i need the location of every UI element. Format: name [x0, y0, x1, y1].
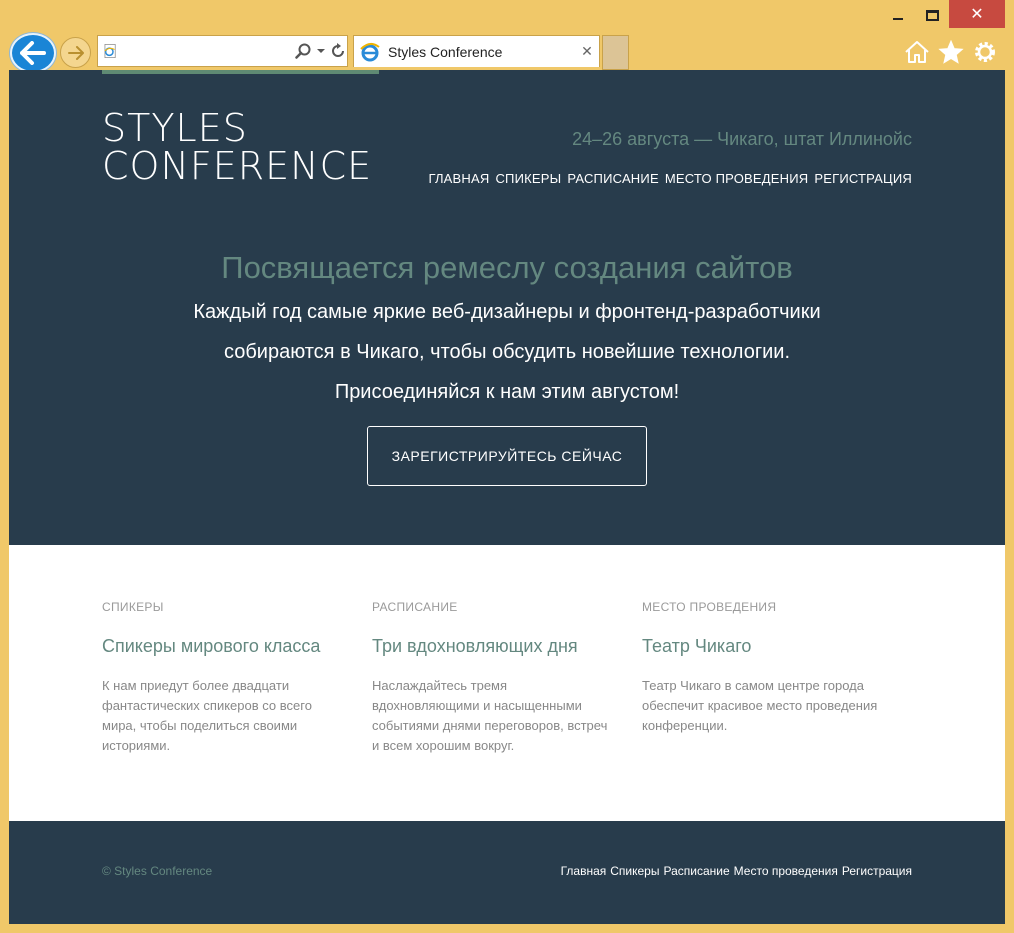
gear-icon: [975, 42, 995, 62]
refresh-icon: [332, 43, 345, 57]
refresh-button[interactable]: [329, 37, 347, 65]
teaser-heading[interactable]: Театр Чикаго: [642, 636, 912, 657]
home-icon: [905, 41, 929, 63]
hero-lead-line-3: Присоединяйся к нам этим августом!: [334, 381, 680, 403]
footer-nav-speakers[interactable]: Спикеры: [610, 864, 659, 878]
close-window-button[interactable]: ✕: [949, 0, 1005, 28]
settings-button[interactable]: [970, 37, 1000, 67]
arrow-right-icon: [67, 45, 84, 60]
nav-speakers[interactable]: СПИКЕРЫ: [495, 171, 561, 186]
page-load-indicator: [102, 70, 379, 74]
footer-nav-home[interactable]: Главная: [561, 864, 607, 878]
close-icon: ✕: [970, 6, 984, 23]
primary-nav: ГЛАВНАЯ СПИКЕРЫ РАСПИСАНИЕ МЕСТО ПРОВЕДЕ…: [428, 171, 912, 186]
maximize-icon: [925, 9, 939, 21]
footer-nav-schedule[interactable]: Расписание: [663, 864, 729, 878]
hero-title: Посвящается ремеслу создания сайтов: [221, 250, 793, 285]
browser-toolbar: Styles Conference ✕: [0, 30, 1014, 73]
hero-lead-line-2: собираются в Чикаго, чтобы обсудить нове…: [223, 341, 791, 363]
back-button[interactable]: [10, 33, 56, 73]
nav-venue[interactable]: МЕСТО ПРОВЕДЕНИЯ: [665, 171, 809, 186]
minimize-button[interactable]: [881, 0, 915, 30]
teaser-schedule: РАСПИСАНИЕ Три вдохновляющих дня Наслажд…: [372, 600, 642, 756]
tab-close-icon[interactable]: ✕: [575, 43, 599, 60]
footer-nav-register[interactable]: Регистрация: [842, 864, 912, 878]
register-now-button[interactable]: ЗАРЕГИСТРИРУЙТЕСЬ СЕЙЧАС: [367, 426, 647, 486]
maximize-button[interactable]: [915, 0, 949, 30]
hero-lead: Каждый год самые яркие веб-дизайнеры и ф…: [9, 292, 1005, 412]
teaser-heading[interactable]: Спикеры мирового класса: [102, 636, 372, 657]
hero-section: STYLES CONFERENCE 24–26 августа — Чикаго…: [9, 70, 1005, 545]
new-tab-button[interactable]: [602, 35, 629, 70]
chevron-down-icon: [316, 49, 325, 53]
footer-nav: Главная Спикеры Расписание Место проведе…: [561, 864, 912, 878]
forward-button[interactable]: [60, 37, 91, 68]
browser-right-icons: [902, 37, 1000, 67]
page-viewport: STYLES CONFERENCE 24–26 августа — Чикаго…: [9, 70, 1005, 924]
browser-tab[interactable]: Styles Conference ✕: [353, 35, 600, 67]
logo-line-2: CONFERENCE: [102, 144, 373, 188]
teaser-venue: МЕСТО ПРОВЕДЕНИЯ Театр Чикаго Театр Чика…: [642, 600, 912, 756]
site-footer: © Styles Conference Главная Спикеры Расп…: [9, 821, 1005, 924]
address-input[interactable]: [118, 37, 295, 65]
ie-icon: [360, 42, 380, 61]
logo-line-1: STYLES: [102, 106, 248, 150]
nav-home[interactable]: ГЛАВНАЯ: [428, 171, 489, 186]
tab-title: Styles Conference: [388, 43, 503, 60]
nav-register[interactable]: РЕГИСТРАЦИЯ: [814, 171, 912, 186]
teaser-kicker: СПИКЕРЫ: [102, 600, 164, 614]
teaser-text: К нам приедут более двадцати фантастичес…: [102, 678, 312, 753]
page-icon: [104, 44, 116, 58]
nav-schedule[interactable]: РАСПИСАНИЕ: [567, 171, 658, 186]
footer-nav-venue[interactable]: Место проведения: [734, 864, 838, 878]
search-icon: [295, 43, 311, 59]
site-logo[interactable]: STYLES CONFERENCE: [102, 109, 372, 185]
teaser-text: Театр Чикаго в самом центре города обесп…: [642, 678, 878, 733]
address-dropdown-button[interactable]: [312, 37, 330, 65]
event-dates: 24–26 августа — Чикаго, штат Иллинойс: [572, 129, 912, 149]
address-bar: [97, 35, 348, 67]
copyright: © Styles Conference: [102, 864, 213, 878]
teaser-heading[interactable]: Три вдохновляющих дня: [372, 636, 642, 657]
favorites-button[interactable]: [936, 37, 966, 67]
home-button[interactable]: [902, 37, 932, 67]
star-icon: [938, 40, 964, 64]
hero-lead-line-1: Каждый год самые яркие веб-дизайнеры и ф…: [193, 301, 821, 323]
teasers-section: СПИКЕРЫ Спикеры мирового класса К нам пр…: [102, 600, 912, 756]
search-button[interactable]: [294, 37, 312, 65]
teaser-kicker: МЕСТО ПРОВЕДЕНИЯ: [642, 600, 777, 614]
arrow-left-icon: [20, 41, 46, 65]
teaser-speakers: СПИКЕРЫ Спикеры мирового класса К нам пр…: [102, 600, 372, 756]
minimize-icon: [893, 18, 903, 20]
teaser-kicker: РАСПИСАНИЕ: [372, 600, 458, 614]
window-controls: ✕: [881, 0, 1005, 30]
teaser-text: Наслаждайтесь тремя вдохновляющими и нас…: [372, 678, 608, 753]
